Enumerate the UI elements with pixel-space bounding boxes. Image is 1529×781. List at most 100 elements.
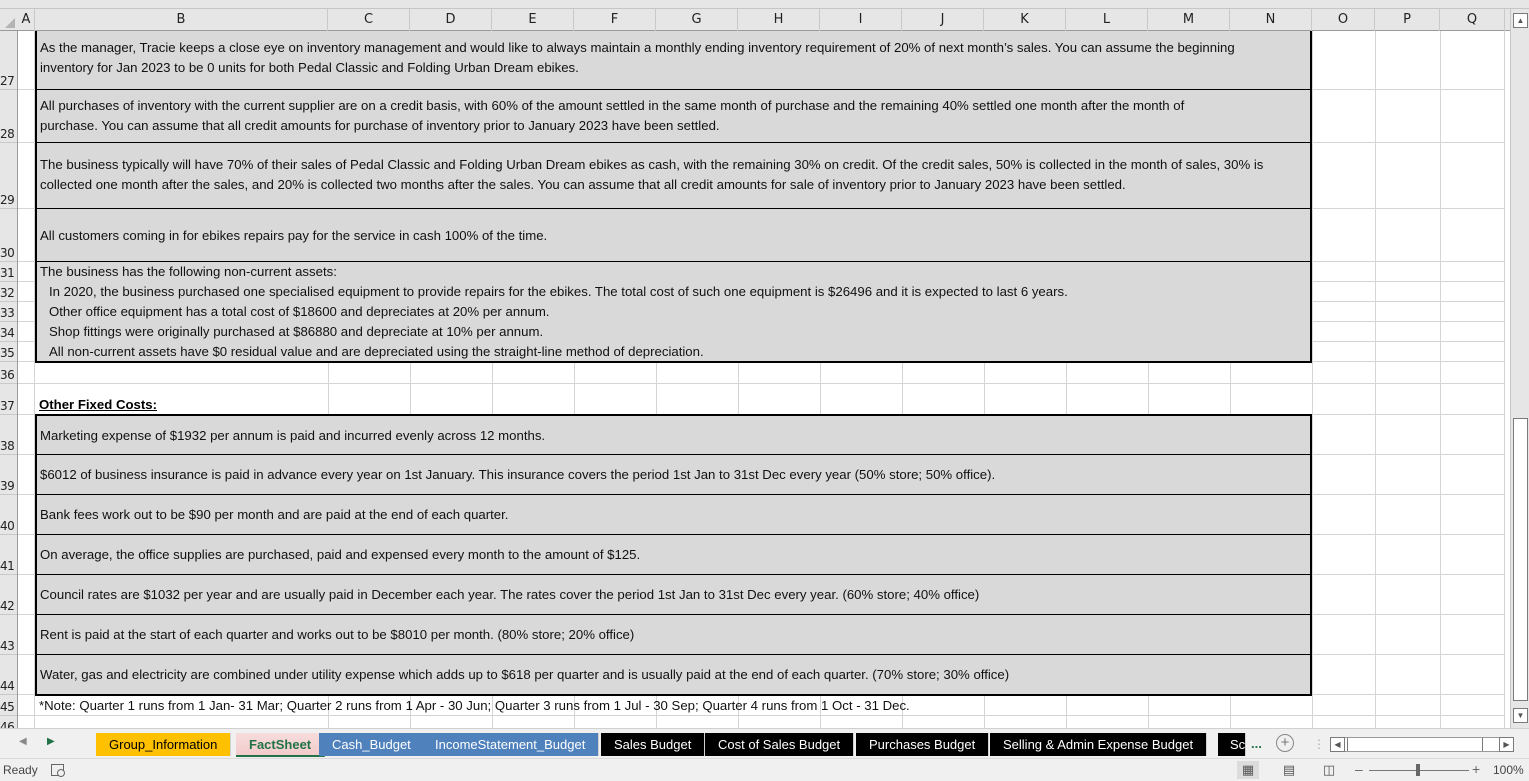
row-header-28[interactable]: 28 [0,90,17,143]
tab-scroll-left-icon[interactable]: ◀ [19,736,27,747]
worksheet-grid[interactable]: As the manager, Tracie keeps a close eye… [18,31,1505,728]
row-header-bar: 27 28 29 30 31 32 33 34 35 36 37 38 39 4… [0,31,18,728]
sheet-tab-selling-admin-expense-budget[interactable]: Selling & Admin Expense Budget [990,733,1208,756]
quarter-note: *Note: Quarter 1 runs from 1 Jan- 31 Mar… [39,698,910,713]
add-sheet-icon[interactable]: + [1276,734,1294,752]
cell-b28[interactable]: All purchases of inventory with the curr… [35,90,1312,143]
row-header-43[interactable]: 43 [0,615,17,655]
cell-b33: Other office equipment has a total cost … [49,304,550,319]
horizontal-scroll-thumb[interactable] [1347,738,1483,751]
scroll-right-icon[interactable]: ▶ [1499,737,1514,752]
sheet-tab-incomestatement-budget[interactable]: IncomeStatement_Budget [422,733,600,756]
row-header-44[interactable]: 44 [0,655,17,695]
cell-b27[interactable]: As the manager, Tracie keeps a close eye… [35,31,1312,90]
cell-b39-text: $6012 of business insurance is paid in a… [40,467,996,482]
cell-b34: Shop fittings were originally purchased … [49,324,544,339]
macro-recording-icon[interactable] [51,764,65,777]
sheet-tab-sales-budget[interactable]: Sales Budget [601,733,706,756]
row-header-45[interactable]: 45 [0,695,17,716]
column-header-q[interactable]: Q [1440,9,1505,31]
column-header-f[interactable]: F [574,9,656,31]
cell-b32: In 2020, the business purchased one spec… [49,284,1068,299]
row-header-37[interactable]: 37 [0,384,17,415]
column-header-h[interactable]: H [738,9,820,31]
cell-b44-text: Water, gas and electricity are combined … [40,667,1010,682]
zoom-out-icon[interactable]: – [1355,761,1363,777]
cell-b43[interactable]: Rent is paid at the start of each quarte… [35,615,1312,655]
cell-b42-text: Council rates are $1032 per year and are… [40,587,980,602]
column-header-l[interactable]: L [1066,9,1148,31]
sheet-tab-group-information[interactable]: Group_Information [96,733,232,756]
zoom-slider-handle[interactable] [1416,764,1420,776]
column-header-o[interactable]: O [1312,9,1375,31]
status-bar: Ready ▦ ▤ ◫ – + 100% [0,758,1529,781]
cell-b39[interactable]: $6012 of business insurance is paid in a… [35,455,1312,495]
row-header-34[interactable]: 34 [0,322,17,342]
non-current-assets-block[interactable]: The business has the following non-curre… [35,262,1312,363]
row-header-30[interactable]: 30 [0,209,17,262]
row-header-36[interactable]: 36 [0,362,17,384]
column-header-j[interactable]: J [902,9,984,31]
page-break-preview-icon[interactable]: ◫ [1318,761,1340,779]
zoom-level[interactable]: 100% [1493,763,1524,777]
zoom-in-icon[interactable]: + [1472,761,1480,777]
cell-b40-text: Bank fees work out to be $90 per month a… [40,507,509,522]
column-header-c[interactable]: C [328,9,410,31]
cell-b27-line1: As the manager, Tracie keeps a close eye… [40,40,1235,55]
column-header-e[interactable]: E [492,9,574,31]
cell-b30[interactable]: All customers coming in for ebikes repai… [35,209,1312,262]
column-header-p[interactable]: P [1375,9,1440,31]
tab-scroll-right-icon[interactable]: ▶ [47,736,55,747]
cell-b38-text: Marketing expense of $1932 per annum is … [40,428,546,443]
row-header-33[interactable]: 33 [0,302,17,322]
cell-b44[interactable]: Water, gas and electricity are combined … [35,655,1312,696]
column-header-a[interactable]: A [18,9,35,31]
column-header-n[interactable]: N [1230,9,1312,31]
row-header-27[interactable]: 27 [0,31,17,90]
scroll-left-icon[interactable]: ◀ [1330,737,1345,752]
page-layout-view-icon[interactable]: ▤ [1278,761,1300,779]
row-header-29[interactable]: 29 [0,143,17,209]
column-header-b[interactable]: B [35,9,328,31]
cell-b38[interactable]: Marketing expense of $1932 per annum is … [35,414,1312,455]
cell-b41-text: On average, the office supplies are purc… [40,547,641,562]
sheet-tab-factsheet[interactable]: FactSheet [236,733,326,757]
row-header-46[interactable]: 46 [0,716,17,728]
other-fixed-costs-heading: Other Fixed Costs: [39,397,157,412]
row-header-32[interactable]: 32 [0,282,17,302]
column-header-k[interactable]: K [984,9,1066,31]
tab-splitter-handle[interactable]: ⋮ [1313,737,1325,751]
horizontal-scrollbar[interactable]: ◀ ▶ [1330,737,1514,752]
sheet-tab-cash-budget[interactable]: Cash_Budget [319,733,425,756]
sheet-tab-purchases-budget[interactable]: Purchases Budget [856,733,990,756]
status-ready-text: Ready [3,763,38,777]
row-header-39[interactable]: 39 [0,455,17,495]
scroll-up-icon[interactable]: ▲ [1513,13,1528,28]
row-header-42[interactable]: 42 [0,575,17,615]
column-header-i[interactable]: I [820,9,902,31]
row-header-38[interactable]: 38 [0,415,17,455]
row-header-31[interactable]: 31 [0,262,17,282]
column-header-m[interactable]: M [1148,9,1230,31]
cell-b41[interactable]: On average, the office supplies are purc… [35,535,1312,575]
cell-b29[interactable]: The business typically will have 70% of … [35,143,1312,209]
column-header-g[interactable]: G [656,9,738,31]
row-header-41[interactable]: 41 [0,535,17,575]
cell-b43-text: Rent is paid at the start of each quarte… [40,627,635,642]
cell-b28-line2: purchase. You can assume that all credit… [40,118,720,133]
column-header-d[interactable]: D [410,9,492,31]
more-sheets-button[interactable]: ... [1251,736,1262,751]
row-header-40[interactable]: 40 [0,495,17,535]
sheet-tab-truncated[interactable]: Sc [1218,733,1246,756]
cell-b40[interactable]: Bank fees work out to be $90 per month a… [35,495,1312,535]
vertical-scroll-thumb[interactable] [1513,418,1528,701]
scroll-down-icon[interactable]: ▼ [1513,708,1528,723]
select-all-button[interactable] [0,9,18,31]
cell-b28-line1: All purchases of inventory with the curr… [40,98,1185,113]
row-header-35[interactable]: 35 [0,342,17,362]
cell-b42[interactable]: Council rates are $1032 per year and are… [35,575,1312,615]
vertical-scrollbar[interactable]: ▲ ▼ [1510,9,1529,728]
normal-view-icon[interactable]: ▦ [1237,761,1259,779]
cell-b30-text: All customers coming in for ebikes repai… [40,228,548,243]
sheet-tab-cost-of-sales-budget[interactable]: Cost of Sales Budget [705,733,855,756]
